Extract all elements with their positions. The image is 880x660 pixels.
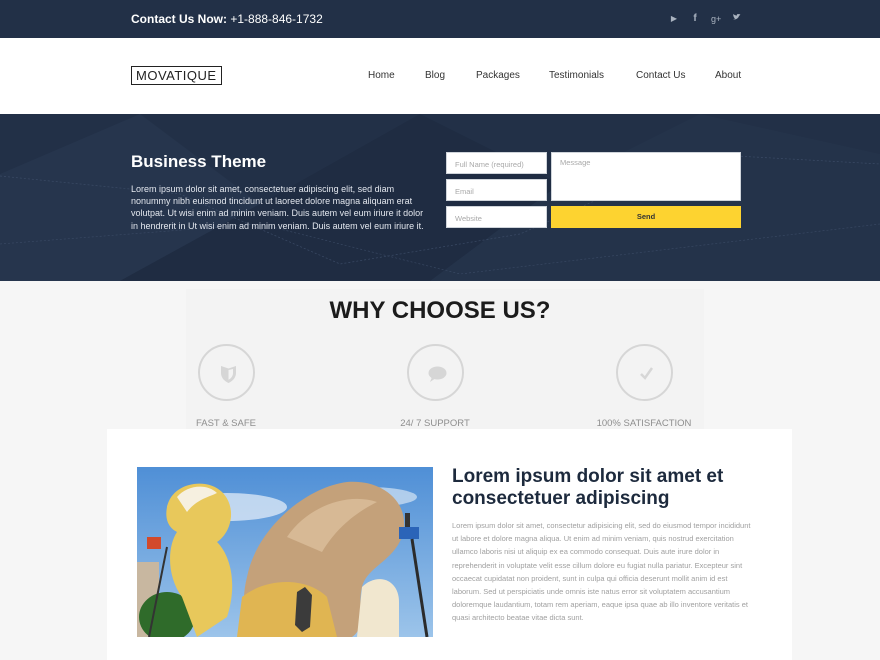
chat-bubble-icon [407,344,464,401]
website-input[interactable]: Website [446,206,547,228]
nav-home[interactable]: Home [368,70,395,81]
header: MOVATIQUE Home Blog Packages Testimonial… [0,38,880,114]
nav-blog[interactable]: Blog [425,70,445,81]
feature-label-fast-safe: FAST & SAFE [195,418,256,429]
nav-testimonials[interactable]: Testimonials [549,70,604,81]
social-links: ▶ f g+ [669,12,742,27]
hero-text: Lorem ipsum dolor sit amet, consectetuer… [131,184,424,231]
twitter-icon[interactable] [732,12,742,27]
shield-icon [198,344,255,401]
contact-phone[interactable]: +1-888-846-1732 [230,12,322,26]
why-title: WHY CHOOSE US? [329,297,551,324]
hero-section: Business Theme Lorem ipsum dolor sit ame… [0,114,880,281]
full-name-input[interactable]: Full Name (required) [446,152,547,174]
facebook-icon[interactable]: f [690,12,700,27]
feature-label-support: 24/ 7 SUPPORT [400,418,470,429]
sculpture-photo [137,467,433,637]
site-logo[interactable]: MOVATIQUE [131,66,222,85]
nav-packages[interactable]: Packages [476,70,520,81]
contact-info: Contact Us Now: +1-888-846-1732 [131,12,323,26]
youtube-icon[interactable]: ▶ [669,12,679,27]
email-input[interactable]: Email [446,179,547,201]
content-body: Lorem ipsum dolor sit amet, consectetur … [452,521,751,623]
nav-about[interactable]: About [715,70,741,81]
contact-label: Contact Us Now: [131,12,227,26]
google-plus-icon[interactable]: g+ [711,12,721,27]
nav-contact-us[interactable]: Contact Us [636,70,685,81]
checkmark-icon [616,344,673,401]
content-heading: Lorem ipsum dolor sit amet et consectetu… [452,466,724,509]
feature-label-satisfaction: 100% SATISFACTION [596,418,692,429]
send-button[interactable]: Send [551,206,741,228]
message-textarea[interactable]: Message [551,152,741,201]
hero-title: Business Theme [131,152,267,171]
top-bar: Contact Us Now: +1-888-846-1732 ▶ f g+ [0,0,880,38]
